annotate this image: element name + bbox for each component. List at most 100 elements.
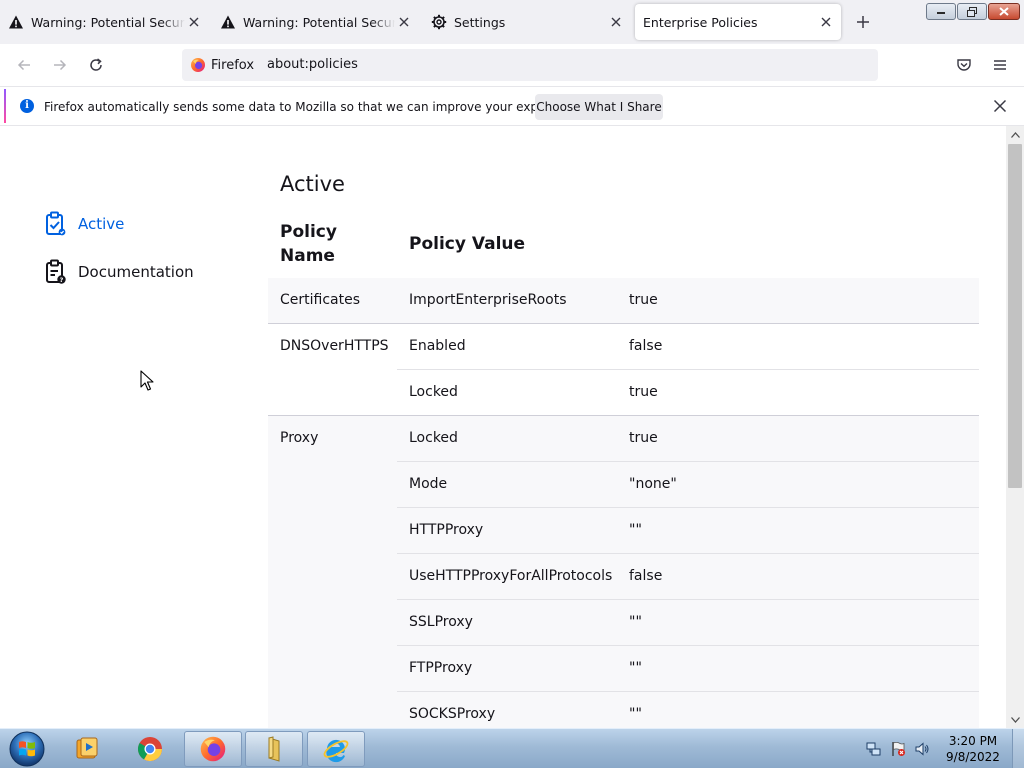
sidebar-item-active[interactable]: Active (44, 210, 124, 238)
speaker-volume-icon[interactable] (914, 741, 930, 757)
column-header-policy-name: Policy Name (280, 222, 337, 266)
clock-date: 9/8/2022 (946, 750, 1000, 764)
row-separator (397, 507, 979, 508)
policy-value-cell: "none" (629, 476, 677, 492)
taskbar-chrome[interactable] (121, 731, 179, 767)
firefox-logo-icon (191, 58, 205, 72)
close-icon[interactable] (395, 13, 413, 31)
policy-value-cell: false (629, 338, 663, 354)
scroll-down-button[interactable] (1006, 711, 1024, 728)
gear-icon (431, 14, 447, 30)
firefox-logo-icon (200, 736, 226, 762)
row-separator (397, 553, 979, 554)
policy-key-cell: Enabled (409, 338, 466, 354)
new-tab-button[interactable] (853, 12, 873, 32)
notification-message: Firefox automatically sends some data to… (44, 100, 587, 114)
mouse-cursor-icon (140, 370, 154, 391)
policy-value-cell: "" (629, 614, 642, 630)
media-player-icon (76, 737, 98, 759)
svg-text:?: ? (60, 276, 64, 284)
taskbar-file-explorer[interactable] (245, 731, 303, 767)
column-header-policy-value: Policy Value (409, 234, 526, 254)
notification-accent-strip (4, 89, 6, 123)
sidebar-item-label: Documentation (78, 263, 194, 281)
chrome-icon (137, 737, 162, 762)
policy-key-cell: SSLProxy (409, 614, 473, 630)
chevron-up-icon (1010, 131, 1020, 138)
row-separator (397, 599, 979, 600)
folder-icon (268, 736, 280, 762)
forward-button[interactable] (48, 53, 72, 77)
page-heading: Active (280, 172, 345, 196)
back-button[interactable] (12, 53, 36, 77)
taskbar-internet-explorer[interactable] (307, 731, 365, 767)
close-window-button[interactable] (988, 3, 1020, 20)
policy-key-cell: FTPProxy (409, 660, 473, 676)
action-center-flag-icon[interactable] (890, 741, 906, 757)
choose-what-i-share-button[interactable]: Choose What I Share (535, 94, 663, 120)
close-notification-button[interactable] (990, 96, 1010, 116)
arrow-right-icon (54, 59, 67, 71)
chevron-down-icon (1010, 716, 1020, 723)
policy-value-cell: true (629, 430, 658, 446)
table-row: DNSOverHTTPS Enabled false (268, 324, 979, 370)
pocket-icon (957, 59, 971, 71)
tab-security-warning-2[interactable]: Warning: Potential Security Risk Ahead (220, 4, 413, 40)
policy-name-cell: Certificates (280, 292, 361, 308)
tab-label: Settings (454, 14, 506, 30)
policy-value-cell: true (629, 384, 658, 400)
tab-settings[interactable]: Settings (431, 4, 625, 40)
policy-value-cell: "" (629, 660, 642, 676)
plus-icon (857, 16, 869, 28)
warning-icon (8, 14, 24, 30)
tab-enterprise-policies[interactable]: Enterprise Policies (635, 4, 841, 40)
scrollbar-thumb[interactable] (1008, 144, 1022, 488)
policy-value-cell: true (629, 292, 658, 308)
reload-button[interactable] (84, 53, 108, 77)
row-separator (397, 691, 979, 692)
close-icon[interactable] (817, 13, 835, 31)
policy-value-cell: "" (629, 706, 642, 722)
windows-start-button[interactable] (8, 730, 46, 768)
pocket-button[interactable] (952, 53, 976, 77)
app-menu-button[interactable] (988, 53, 1012, 77)
minimize-button[interactable] (926, 3, 956, 20)
scroll-up-button[interactable] (1006, 126, 1024, 143)
policy-key-cell: Locked (409, 384, 458, 400)
tab-label: Warning: Potential Security Risk Ahead (31, 14, 185, 30)
page-content: Active ? Documentation Active Policy Nam… (0, 126, 1006, 728)
tab-security-warning-1[interactable]: Warning: Potential Security Risk Ahead (8, 4, 203, 40)
policy-value-cell: false (629, 568, 663, 584)
show-desktop-button[interactable] (1012, 729, 1024, 768)
taskbar-media-player[interactable] (58, 731, 116, 767)
system-clock[interactable]: 3:20 PM 9/8/2022 (940, 733, 1006, 765)
table-row: Locked true (268, 370, 979, 416)
taskbar-firefox[interactable] (184, 731, 242, 767)
telemetry-notification-bar: i Firefox automatically sends some data … (0, 86, 1024, 126)
policy-key-cell: Locked (409, 430, 458, 446)
sidebar-item-label: Active (78, 215, 125, 233)
windows-taskbar: 3:20 PM 9/8/2022 (0, 728, 1024, 768)
policy-active-icon (44, 211, 68, 237)
table-row: Certificates ImportEnterpriseRoots true (268, 278, 979, 324)
policy-name-cell: Proxy (280, 430, 319, 446)
firefox-window: Warning: Potential Security Risk Ahead W… (0, 0, 1024, 768)
policy-value-cell: "" (629, 522, 642, 538)
url-text[interactable]: about:policies (267, 57, 358, 72)
identity-box[interactable]: Firefox (190, 54, 254, 76)
arrow-left-icon (17, 59, 30, 71)
restore-button[interactable] (957, 3, 987, 20)
close-icon[interactable] (607, 13, 625, 31)
vertical-scrollbar[interactable] (1006, 126, 1024, 728)
minimize-icon (937, 11, 945, 14)
tab-label: Enterprise Policies (643, 14, 758, 30)
policy-key-cell: UseHTTPProxyForAllProtocols (409, 568, 613, 584)
close-icon (999, 7, 1009, 16)
tab-strip: Warning: Potential Security Risk Ahead W… (0, 0, 1024, 44)
network-icon[interactable] (866, 741, 882, 757)
policy-key-cell: SOCKSProxy (409, 706, 496, 722)
sidebar-item-documentation[interactable]: ? Documentation (44, 258, 194, 286)
close-icon[interactable] (185, 13, 203, 31)
restore-icon (967, 6, 977, 17)
policy-key-cell: HTTPProxy (409, 522, 484, 538)
